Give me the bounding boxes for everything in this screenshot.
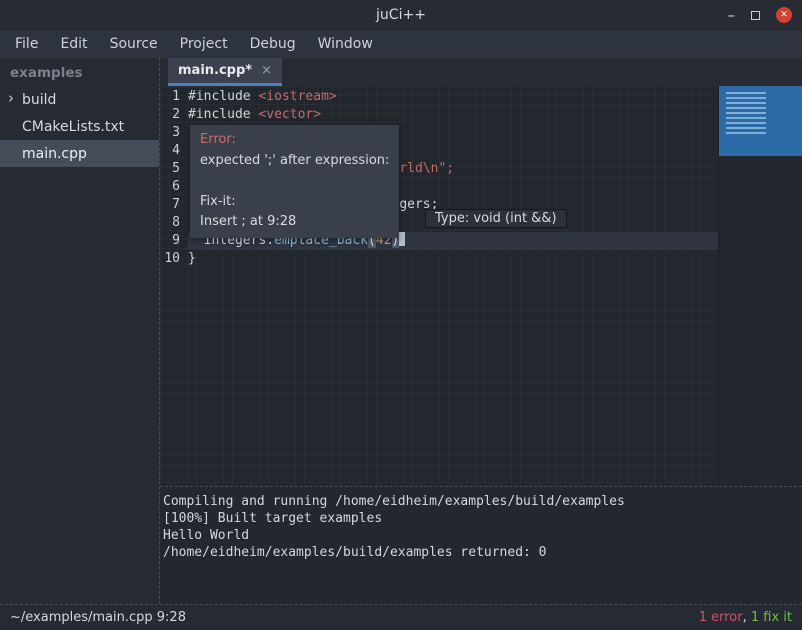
minimap[interactable] [719,86,802,156]
tree-item-label: main.cpp [22,146,87,162]
menubar: File Edit Source Project Debug Window [0,30,802,58]
minimize-button[interactable]: – [728,8,736,23]
terminal-line: [100%] Built target examples [163,510,799,527]
tab-close-icon[interactable]: × [261,63,272,78]
tab-label: main.cpp* [178,63,252,78]
editor-column: main.cpp* × 1 #include <iostream> 2 #inc… [160,58,802,604]
line-number: 7 [160,196,188,214]
tree-item-cmakelists[interactable]: CMakeLists.txt [0,113,159,140]
fixit-message: Insert ; at 9:28 [200,212,389,233]
line-number: 8 [160,214,188,232]
menu-project[interactable]: Project [169,36,239,52]
line-number: 4 [160,142,188,160]
type-tooltip: Type: void (int &&) [425,209,567,228]
code-token-header: <vector> [258,107,321,122]
tab-maincpp[interactable]: main.cpp* × [168,58,282,86]
code-text: #include <vector> [188,106,718,124]
maximize-button[interactable] [751,11,760,20]
status-diagnostics: 1 error, 1 fix it [699,610,792,625]
line-number: 3 [160,124,188,142]
statusbar: ~/examples/main.cpp 9:28 1 error, 1 fix … [0,604,802,630]
main-area: examples › build CMakeLists.txt main.cpp… [0,58,802,604]
menu-window[interactable]: Window [307,36,384,52]
close-button[interactable]: ✕ [776,7,792,23]
tree-item-label: build [22,92,56,108]
text-cursor [399,232,405,246]
window-title: juCi++ [376,7,426,23]
code-token: #include [188,89,258,104]
tree-item-build[interactable]: › build [0,86,159,113]
code-token-header: <iostream> [258,89,336,104]
menu-edit[interactable]: Edit [49,36,98,52]
terminal-line: Compiling and running /home/eidheim/exam… [163,493,799,510]
code-text: } [188,250,718,268]
line-number: 1 [160,88,188,106]
terminal-line: Hello World [163,527,799,544]
project-name: examples [0,58,159,86]
diagnostic-spacer [200,171,389,192]
line-number: 10 [160,250,188,268]
diagnostic-title: Error: [200,130,389,151]
code-line-2[interactable]: 2 #include <vector> [160,106,718,124]
chevron-right-icon[interactable]: › [8,89,14,107]
line-number: 9 [160,232,188,250]
code-token: } [188,251,196,266]
menu-debug[interactable]: Debug [239,36,307,52]
window-controls: – ✕ [728,0,793,30]
tree-item-label: CMakeLists.txt [22,119,124,135]
code-text: #include <iostream> [188,88,718,106]
status-file-location: ~/examples/main.cpp 9:28 [10,610,186,625]
titlebar: juCi++ – ✕ [0,0,802,30]
code-token: #include [188,107,258,122]
line-number: 5 [160,160,188,178]
terminal-panel[interactable]: Compiling and running /home/eidheim/exam… [160,486,802,604]
tree-item-maincpp[interactable]: main.cpp [0,140,159,167]
juci-window: juCi++ – ✕ File Edit Source Project Debu… [0,0,802,630]
tabbar: main.cpp* × [160,58,802,86]
diagnostic-tooltip: Error: expected ';' after expression: Fi… [190,125,399,238]
fixit-title: Fix-it: [200,192,389,213]
status-error-count: 1 error [699,610,743,625]
line-number: 2 [160,106,188,124]
line-number: 6 [160,178,188,196]
editor: 1 #include <iostream> 2 #include <vector… [160,86,802,486]
menu-file[interactable]: File [4,36,49,52]
terminal-line: /home/eidheim/examples/build/examples re… [163,544,799,561]
diagnostic-message: expected ';' after expression: [200,151,389,172]
overview-strip [718,86,802,486]
status-separator: , [743,610,751,625]
file-tree-panel: examples › build CMakeLists.txt main.cpp [0,58,160,604]
code-line-1[interactable]: 1 #include <iostream> [160,88,718,106]
status-fixit-count: 1 fix it [751,610,792,625]
code-line-10[interactable]: 10 } [160,250,718,268]
menu-source[interactable]: Source [99,36,169,52]
